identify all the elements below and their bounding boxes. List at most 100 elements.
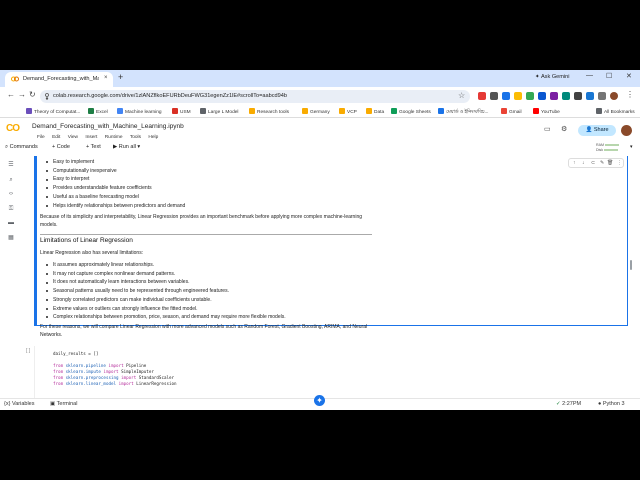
- delete-icon[interactable]: 🗑: [607, 160, 613, 166]
- runtime-status[interactable]: ● Python 3: [598, 401, 625, 407]
- resource-monitor[interactable]: RAM Disk: [596, 143, 619, 152]
- folder-icon: [339, 108, 345, 114]
- code-line: daily_results = []: [53, 351, 99, 356]
- bookmark-star-icon[interactable]: ☆: [458, 91, 465, 100]
- menu-view[interactable]: View: [68, 135, 78, 140]
- list-item: Extreme values or outliers can strongly …: [46, 305, 286, 314]
- profile-avatar[interactable]: [610, 92, 618, 100]
- tab-close-icon[interactable]: ×: [104, 75, 108, 81]
- extension-icon[interactable]: [586, 92, 594, 100]
- menu-edit[interactable]: Edit: [52, 135, 60, 140]
- edit-icon[interactable]: ✎: [600, 160, 604, 166]
- site-info-icon[interactable]: [44, 93, 50, 100]
- colab-favicon-icon: [11, 76, 19, 82]
- bookmark-item[interactable]: মেয়ার্ড ও ইনিংস/বিচ...: [438, 108, 488, 117]
- bookmark-item[interactable]: Large L Model: [200, 108, 239, 115]
- secrets-key-icon[interactable]: ⚿: [7, 206, 15, 213]
- minimize-icon[interactable]: —: [586, 72, 593, 79]
- extension-icon[interactable]: [514, 92, 522, 100]
- code-snippets-icon[interactable]: ‹›: [7, 191, 15, 198]
- maximize-icon[interactable]: ☐: [606, 72, 612, 80]
- extension-icon[interactable]: [538, 92, 546, 100]
- extension-icon[interactable]: [490, 92, 498, 100]
- disk-label: Disk: [596, 147, 603, 152]
- execution-status[interactable]: ✓ 2:27PM: [556, 401, 581, 407]
- extension-icon[interactable]: [502, 92, 510, 100]
- bookmark-item[interactable]: Machine learning: [117, 108, 162, 115]
- menu-tools[interactable]: Tools: [130, 135, 141, 140]
- gmail-icon: [501, 108, 507, 114]
- settings-icon[interactable]: ⚙: [561, 125, 567, 133]
- list-item: Seasonal patterns usually need to be rep…: [46, 287, 286, 296]
- add-code-button[interactable]: + Code: [52, 144, 70, 150]
- new-tab-button[interactable]: +: [118, 72, 123, 82]
- extension-icon[interactable]: [574, 92, 582, 100]
- avatar[interactable]: [621, 125, 632, 136]
- bookmark-item[interactable]: Gmail: [501, 108, 522, 115]
- url-text: colab.research.google.com/drive/1zlANZfl…: [53, 93, 287, 99]
- terminal-button[interactable]: ▣ Terminal: [50, 401, 77, 407]
- move-up-icon[interactable]: ↑: [573, 160, 576, 166]
- scrollbar[interactable]: [629, 162, 633, 398]
- move-down-icon[interactable]: ↓: [582, 160, 585, 166]
- comment-icon[interactable]: ▭: [544, 125, 551, 133]
- bookmark-item[interactable]: Google Sheets: [391, 108, 431, 115]
- code-line: from sklearn.impute import SimpleImputer: [53, 369, 154, 374]
- bookmark-folder[interactable]: VCP: [339, 108, 357, 115]
- menu-help[interactable]: Help: [148, 135, 158, 140]
- run-all-button[interactable]: ▶ Run all ▾: [113, 144, 140, 150]
- menu-runtime[interactable]: Runtime: [105, 135, 123, 140]
- close-window-icon[interactable]: ✕: [626, 72, 632, 80]
- table-of-contents-icon[interactable]: ☰: [7, 162, 15, 169]
- commands-button[interactable]: ⌕ Commands: [5, 144, 38, 151]
- link-icon[interactable]: ⊂: [591, 160, 595, 166]
- extensions-puzzle-icon[interactable]: [598, 92, 606, 100]
- colab-logo[interactable]: CO: [6, 123, 20, 134]
- bookmark-item[interactable]: Excel: [88, 108, 108, 115]
- notebook-title[interactable]: Demand_Forecasting_with_Machine_Learning…: [32, 123, 184, 130]
- bookmark-favicon-icon: [117, 108, 123, 114]
- add-text-button[interactable]: + Text: [86, 144, 101, 150]
- bookmark-item[interactable]: USM: [172, 108, 191, 115]
- share-button[interactable]: 👤 Share: [578, 125, 616, 136]
- folder-icon: [366, 108, 372, 114]
- bookmark-item[interactable]: Theory of Computat...: [26, 108, 80, 115]
- all-bookmarks-button[interactable]: All Bookmarks: [596, 108, 635, 115]
- section-divider: [40, 234, 372, 235]
- bookmark-item[interactable]: YouTube: [533, 108, 560, 115]
- folder-icon: [249, 108, 255, 114]
- extension-icon[interactable]: [526, 92, 534, 100]
- extension-icon[interactable]: [478, 92, 486, 100]
- list-item: Easy to interpret: [46, 175, 185, 184]
- excel-icon: [88, 108, 94, 114]
- screen: Demand_Forecasting_with_Ma × + ✦ Ask Gem…: [0, 70, 640, 410]
- run-cell-icon[interactable]: [ ]: [26, 348, 30, 354]
- list-item: Useful as a baseline forecasting model: [46, 193, 185, 202]
- extension-icon[interactable]: [562, 92, 570, 100]
- ask-gemini-button[interactable]: ✦ Ask Gemini: [535, 74, 570, 80]
- browser-tab-title: Demand_Forecasting_with_Ma: [23, 76, 99, 82]
- bookmark-folder[interactable]: Data: [366, 108, 384, 115]
- browser-tab[interactable]: Demand_Forecasting_with_Ma ×: [5, 72, 113, 87]
- grid-icon[interactable]: ▦: [7, 235, 15, 242]
- scrollbar-thumb[interactable]: [630, 260, 632, 270]
- forward-icon[interactable]: →: [18, 90, 26, 99]
- menu-bar: File Edit View Insert Runtime Tools Help: [37, 135, 164, 140]
- bookmark-folder[interactable]: Research tools: [249, 108, 289, 115]
- reload-icon[interactable]: ↻: [29, 90, 36, 99]
- bookmark-folder[interactable]: Germany: [302, 108, 330, 115]
- files-folder-icon[interactable]: ▬: [7, 220, 15, 227]
- gemini-fab-button[interactable]: ✦: [314, 395, 325, 406]
- extension-icon[interactable]: [550, 92, 558, 100]
- search-icon[interactable]: ⌕: [7, 177, 15, 184]
- variables-button[interactable]: {x} Variables: [4, 401, 34, 407]
- chevron-down-icon: ▾: [135, 144, 141, 150]
- browser-menu-icon[interactable]: ⋮: [626, 90, 634, 99]
- back-icon[interactable]: ←: [7, 90, 15, 99]
- chevron-down-icon[interactable]: ▾: [630, 144, 633, 150]
- menu-file[interactable]: File: [37, 135, 45, 140]
- menu-insert[interactable]: Insert: [85, 135, 97, 140]
- more-icon[interactable]: ⋮: [617, 160, 622, 166]
- sheets-icon: [391, 108, 397, 114]
- address-bar[interactable]: colab.research.google.com/drive/1zlANZfl…: [40, 90, 470, 103]
